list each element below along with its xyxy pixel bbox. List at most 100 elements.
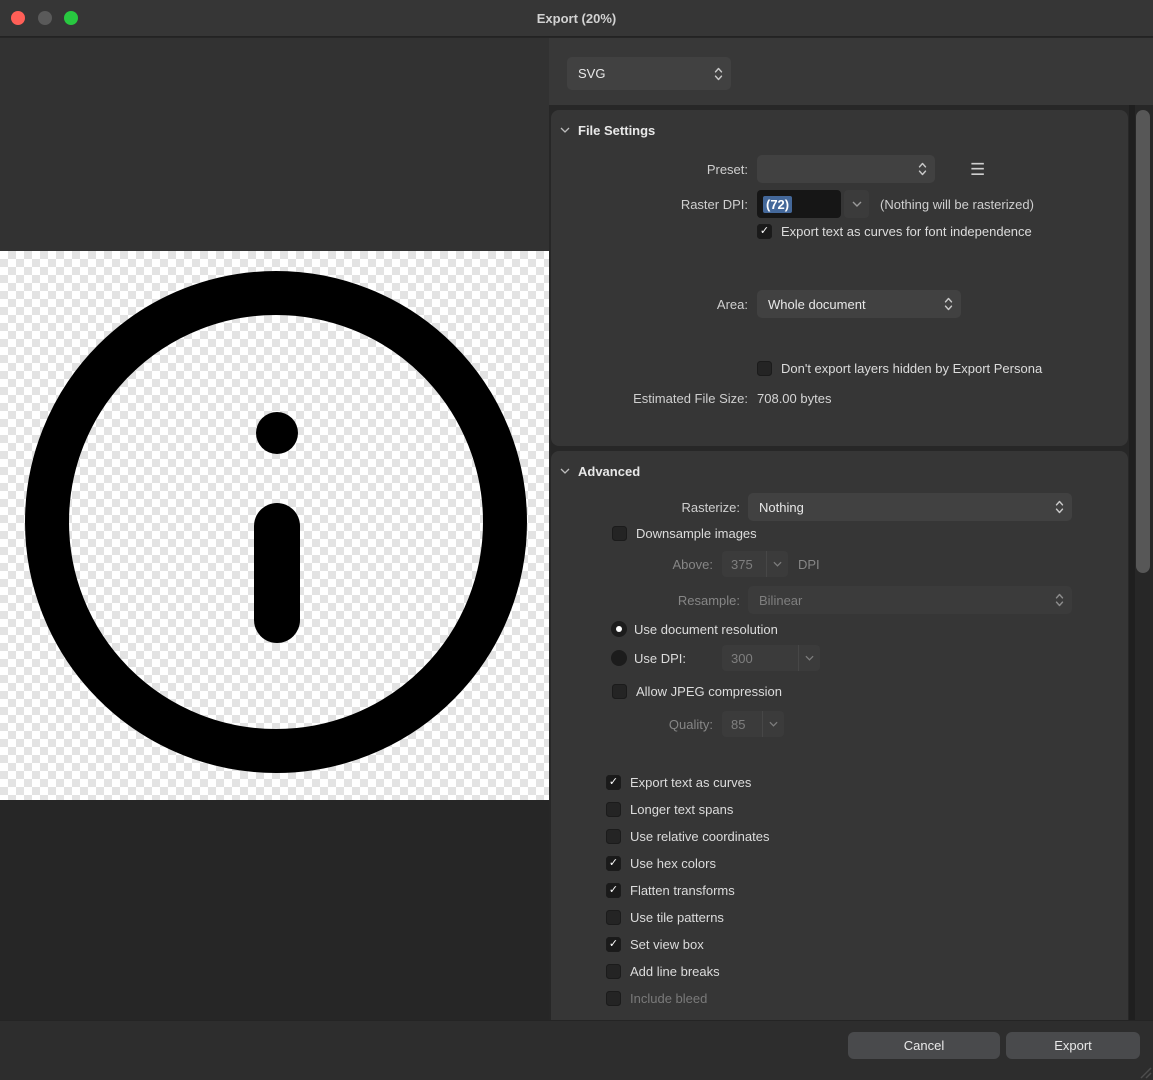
above-dpi-value: 375 bbox=[731, 557, 753, 572]
disclosure-chevron-icon bbox=[560, 127, 570, 133]
checkbox-label: Use tile patterns bbox=[630, 910, 724, 925]
use-dpi-label: Use DPI: bbox=[634, 651, 686, 666]
checkbox[interactable]: ✓ bbox=[606, 937, 621, 952]
checkbox-label: Use hex colors bbox=[630, 856, 716, 871]
scrollbar-track[interactable] bbox=[1129, 105, 1135, 1020]
use-dpi-select[interactable]: 300 bbox=[722, 645, 820, 671]
quality-label: Quality: bbox=[551, 717, 713, 732]
checkbox-label: Longer text spans bbox=[630, 802, 733, 817]
preview-background-top bbox=[0, 38, 549, 251]
estimated-size-value: 708.00 bytes bbox=[757, 391, 831, 406]
resample-label: Resample: bbox=[551, 593, 740, 608]
checkbox[interactable] bbox=[606, 991, 621, 1006]
raster-dpi-label: Raster DPI: bbox=[551, 197, 748, 212]
checkbox[interactable]: ✓ bbox=[606, 856, 621, 871]
checkbox[interactable] bbox=[606, 802, 621, 817]
preview-background-bottom bbox=[0, 800, 549, 1020]
updown-chevron-icon bbox=[918, 162, 927, 177]
window-resize-grip[interactable] bbox=[1135, 1062, 1152, 1079]
option-include-bleed[interactable]: Include bleed bbox=[606, 985, 769, 1012]
option-set-view-box[interactable]: ✓ Set view box bbox=[606, 931, 769, 958]
option-export-text-as-curves[interactable]: ✓ Export text as curves bbox=[606, 769, 769, 796]
preset-select[interactable] bbox=[757, 155, 935, 183]
updown-chevron-icon bbox=[714, 66, 723, 81]
downsample-images-checkbox[interactable] bbox=[612, 526, 627, 541]
down-chevron-icon bbox=[762, 711, 784, 737]
rasterize-select[interactable]: Nothing bbox=[748, 493, 1072, 521]
advanced-header[interactable]: Advanced bbox=[551, 451, 640, 491]
raster-dpi-input[interactable]: (72) bbox=[757, 190, 841, 218]
svg-options-list: ✓ Export text as curves Longer text spans U… bbox=[606, 769, 769, 1012]
above-label: Above: bbox=[551, 557, 713, 572]
raster-dpi-selected-text: (72) bbox=[763, 196, 792, 213]
file-settings-title: File Settings bbox=[578, 123, 655, 138]
option-longer-text-spans[interactable]: Longer text spans bbox=[606, 796, 769, 823]
rasterize-label: Rasterize: bbox=[551, 500, 740, 515]
dialog-footer: Cancel Export bbox=[0, 1020, 1153, 1080]
checkbox[interactable] bbox=[606, 910, 621, 925]
scrollbar-thumb[interactable] bbox=[1136, 110, 1150, 573]
titlebar: Export (20%) bbox=[0, 0, 1153, 37]
format-select[interactable]: SVG bbox=[567, 57, 731, 90]
dont-export-hidden-row[interactable]: Don't export layers hidden by Export Per… bbox=[757, 359, 1042, 377]
option-add-line-breaks[interactable]: Add line breaks bbox=[606, 958, 769, 985]
checkbox[interactable] bbox=[606, 964, 621, 979]
checkbox-label: Flatten transforms bbox=[630, 883, 735, 898]
export-text-curves-font-checkbox[interactable]: ✓ bbox=[757, 224, 772, 239]
checkbox[interactable] bbox=[606, 829, 621, 844]
window-title: Export (20%) bbox=[0, 0, 1153, 37]
info-icon-artwork bbox=[0, 251, 549, 800]
export-text-curves-font-label: Export text as curves for font independe… bbox=[781, 224, 1032, 239]
area-label: Area: bbox=[551, 297, 748, 312]
checkbox[interactable]: ✓ bbox=[606, 775, 621, 790]
allow-jpeg-label: Allow JPEG compression bbox=[636, 684, 782, 699]
format-select-value: SVG bbox=[578, 66, 605, 81]
cancel-button[interactable]: Cancel bbox=[848, 1032, 1000, 1059]
export-dialog: Export (20%) SVG File Settings Preset: bbox=[0, 0, 1153, 1080]
quality-value: 85 bbox=[731, 717, 745, 732]
use-document-resolution-label: Use document resolution bbox=[634, 622, 778, 637]
export-preview-canvas bbox=[0, 251, 549, 800]
option-flatten-transforms[interactable]: ✓ Flatten transforms bbox=[606, 877, 769, 904]
export-text-curves-font-row[interactable]: ✓ Export text as curves for font indepen… bbox=[757, 222, 1032, 240]
option-use-relative-coordinates[interactable]: Use relative coordinates bbox=[606, 823, 769, 850]
use-document-resolution-radio[interactable] bbox=[611, 621, 627, 637]
file-settings-section: File Settings Preset: ☰ Raster DPI: (72)… bbox=[551, 110, 1128, 446]
raster-dpi-dropdown-button[interactable] bbox=[844, 190, 869, 218]
use-dpi-value: 300 bbox=[731, 651, 753, 666]
down-chevron-icon bbox=[766, 551, 788, 577]
preset-menu-button[interactable]: ☰ bbox=[970, 161, 985, 178]
above-dpi-select[interactable]: 375 bbox=[722, 551, 788, 577]
checkbox[interactable]: ✓ bbox=[606, 883, 621, 898]
option-use-hex-colors[interactable]: ✓ Use hex colors bbox=[606, 850, 769, 877]
preset-label: Preset: bbox=[551, 162, 748, 177]
resample-select-value: Bilinear bbox=[759, 593, 802, 608]
checkbox-label: Set view box bbox=[630, 937, 704, 952]
downsample-images-label: Downsample images bbox=[636, 526, 757, 541]
disclosure-chevron-icon bbox=[560, 468, 570, 474]
file-settings-header[interactable]: File Settings bbox=[551, 110, 655, 150]
checkbox-label: Add line breaks bbox=[630, 964, 720, 979]
raster-dpi-note: (Nothing will be rasterized) bbox=[880, 197, 1034, 212]
checkbox-label: Use relative coordinates bbox=[630, 829, 769, 844]
option-use-tile-patterns[interactable]: Use tile patterns bbox=[606, 904, 769, 931]
export-button[interactable]: Export bbox=[1006, 1032, 1140, 1059]
rasterize-select-value: Nothing bbox=[759, 500, 804, 515]
use-document-resolution-row[interactable]: Use document resolution bbox=[611, 620, 778, 638]
area-select[interactable]: Whole document bbox=[757, 290, 961, 318]
checkbox-label: Include bleed bbox=[630, 991, 707, 1006]
dont-export-hidden-checkbox[interactable] bbox=[757, 361, 772, 376]
resample-select[interactable]: Bilinear bbox=[748, 586, 1072, 614]
use-dpi-radio[interactable] bbox=[611, 650, 627, 666]
allow-jpeg-checkbox[interactable] bbox=[612, 684, 627, 699]
above-dpi-suffix: DPI bbox=[798, 557, 820, 572]
estimated-size-label: Estimated File Size: bbox=[551, 391, 748, 406]
down-chevron-icon bbox=[798, 645, 820, 671]
checkbox-label: Export text as curves bbox=[630, 775, 751, 790]
downsample-images-row[interactable]: Downsample images bbox=[612, 524, 757, 542]
area-select-value: Whole document bbox=[768, 297, 866, 312]
allow-jpeg-row[interactable]: Allow JPEG compression bbox=[612, 682, 782, 700]
updown-chevron-icon bbox=[1055, 593, 1064, 608]
down-chevron-icon bbox=[852, 201, 862, 207]
quality-select[interactable]: 85 bbox=[722, 711, 784, 737]
